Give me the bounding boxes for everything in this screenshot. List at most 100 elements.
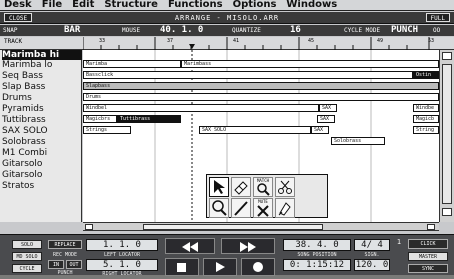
- magnify-tool-icon[interactable]: [209, 198, 229, 218]
- sync-button[interactable]: SYNC: [408, 264, 448, 273]
- vertical-scrollbar[interactable]: [439, 50, 454, 222]
- vertical-scroll-thumb[interactable]: [442, 64, 452, 204]
- menu-file[interactable]: File: [38, 0, 68, 10]
- menu-options[interactable]: Options: [229, 0, 283, 10]
- play-button[interactable]: [203, 258, 237, 276]
- rewind-button[interactable]: [165, 238, 215, 254]
- part-magicb[interactable]: Magicb: [413, 115, 439, 123]
- record-icon: [253, 262, 263, 272]
- song-position-display[interactable]: 38. 4. 0: [283, 239, 351, 251]
- horizontal-scroll-thumb[interactable]: [143, 224, 323, 230]
- transport-bar: SOLO REPLACE MD SOLO REC MODE CYCLE IN O…: [0, 234, 454, 277]
- eraser-tool-icon[interactable]: [231, 177, 251, 197]
- bar-ruler[interactable]: [83, 37, 439, 50]
- part-marimba[interactable]: Marimba: [83, 60, 181, 68]
- scroll-left-arrow-icon[interactable]: [85, 224, 93, 230]
- arrow-tool-icon[interactable]: [209, 177, 229, 197]
- part-windbel[interactable]: Windbel: [83, 104, 319, 112]
- track-column-header: TRACK: [4, 38, 23, 45]
- match-tool-icon[interactable]: MATCH: [253, 177, 273, 197]
- master-button[interactable]: MASTER: [408, 252, 448, 261]
- mouse-label: MOUSE: [122, 27, 141, 34]
- stop-button[interactable]: [165, 258, 199, 276]
- part-strings[interactable]: Strings: [83, 126, 131, 134]
- full-button[interactable]: FULL: [425, 13, 450, 22]
- scroll-right-arrow-icon[interactable]: [427, 224, 435, 230]
- menu-windows[interactable]: Windows: [282, 0, 343, 10]
- part-sax[interactable]: SAX: [319, 104, 337, 112]
- punch-in-button[interactable]: IN: [48, 260, 64, 269]
- smpte-display[interactable]: 0: 1:15:12: [283, 259, 351, 271]
- part-windbe[interactable]: Windbe: [413, 104, 439, 112]
- punch-out-button[interactable]: OUT: [66, 260, 82, 269]
- track-seq-bass[interactable]: Seq Bass: [2, 71, 82, 81]
- window-titlebar[interactable]: CLOSE ARRANGE - MISOLO.ARR FULL: [0, 12, 454, 24]
- scroll-up-arrow-icon[interactable]: [442, 52, 452, 60]
- snap-value[interactable]: BAR: [64, 25, 80, 36]
- part-solobrass[interactable]: Solobrass: [331, 137, 385, 145]
- solo-button[interactable]: SOLO: [12, 240, 42, 249]
- part-marimbass[interactable]: Marimbass: [181, 60, 439, 68]
- snap-label: SNAP: [3, 27, 18, 34]
- md-solo-button[interactable]: MD SOLO: [12, 252, 42, 261]
- track-sax-solo[interactable]: SAX SOLO: [2, 126, 82, 136]
- menu-edit[interactable]: Edit: [68, 0, 100, 10]
- part-string[interactable]: String: [413, 126, 439, 134]
- info-bar: SNAP BAR MOUSE 40. 1. 0 QUANTIZE 16 CYCL…: [0, 25, 454, 36]
- track-stratos[interactable]: Stratos: [2, 181, 82, 191]
- quantize-value[interactable]: 16: [290, 25, 301, 36]
- bar-label: 49: [377, 38, 384, 44]
- track-marimba-hi[interactable]: Marimba hi: [2, 50, 82, 60]
- replace-button[interactable]: REPLACE: [48, 240, 82, 249]
- stop-icon: [177, 263, 186, 272]
- track-marimba-lo[interactable]: Marimba lo: [2, 60, 82, 70]
- menu-bar: Desk File Edit Structure Functions Optio…: [0, 0, 454, 11]
- track-solobrass[interactable]: Solobrass: [2, 137, 82, 147]
- song-position-label: SONG POSITION: [297, 252, 337, 258]
- song-position-marker: [189, 44, 195, 49]
- track-m1-combi[interactable]: M1 Combi: [2, 148, 82, 158]
- track-gitarsolo-2[interactable]: Gitarsolo: [2, 170, 82, 180]
- menu-structure[interactable]: Structure: [100, 0, 164, 10]
- right-locator-display[interactable]: 5. 1. 0: [86, 259, 158, 271]
- click-button[interactable]: CLICK: [408, 239, 448, 249]
- track-gitarsolo[interactable]: Gitarsolo: [2, 159, 82, 169]
- signature-label: SIGN.: [364, 252, 380, 258]
- record-button[interactable]: [241, 258, 275, 276]
- track-tuttibrass[interactable]: Tuttibrass: [2, 115, 82, 125]
- cycle-extra: OO: [433, 27, 441, 34]
- menu-desk[interactable]: Desk: [0, 0, 38, 10]
- fast-forward-button[interactable]: [221, 238, 275, 254]
- scissors-tool-icon[interactable]: [275, 177, 295, 197]
- part-drums[interactable]: Drums: [83, 93, 439, 101]
- pencil-tool-icon[interactable]: [231, 198, 251, 218]
- track-slap-bass[interactable]: Slap Bass: [2, 82, 82, 92]
- cycle-button[interactable]: CYCLE: [12, 264, 42, 273]
- left-locator-display[interactable]: 1. 1. 0: [86, 239, 158, 251]
- bar-label: 33: [99, 38, 106, 44]
- part-tuttibrass[interactable]: Tuttibrass: [117, 115, 181, 123]
- part-bassclick[interactable]: Bassclick: [83, 71, 413, 79]
- menu-functions[interactable]: Functions: [164, 0, 229, 10]
- part-slapbass[interactable]: Slapbass: [83, 82, 439, 90]
- close-button[interactable]: CLOSE: [4, 13, 33, 22]
- part-sax-3[interactable]: SAX: [311, 126, 329, 134]
- part-sax-solo[interactable]: SAX SOLO: [199, 126, 311, 134]
- track-pyramids[interactable]: Pyramids: [2, 104, 82, 114]
- bar-label: 37: [167, 38, 174, 44]
- play-icon: [216, 262, 225, 272]
- track-drums[interactable]: Drums: [2, 93, 82, 103]
- mute-tool-icon[interactable]: MUTE: [253, 198, 273, 218]
- cycle-mode-value[interactable]: PUNCH: [391, 25, 418, 36]
- part-sax-2[interactable]: SAX: [317, 115, 335, 123]
- glue-tool-icon[interactable]: [275, 198, 295, 218]
- scroll-down-arrow-icon[interactable]: [442, 208, 452, 216]
- tempo-display[interactable]: 120. 0: [354, 259, 390, 271]
- signature-display[interactable]: 4/ 4: [354, 239, 390, 251]
- mouse-position: 40. 1. 0: [160, 25, 204, 35]
- right-locator-label: RIGHT LOCATOR: [102, 271, 142, 277]
- ruler-row[interactable]: TRACK 33 37 41 45 49 53: [0, 37, 454, 50]
- part-ostin[interactable]: Ostin: [413, 71, 439, 79]
- part-magicbrs[interactable]: Magicbrs: [83, 115, 117, 123]
- horizontal-scrollbar[interactable]: [83, 222, 439, 231]
